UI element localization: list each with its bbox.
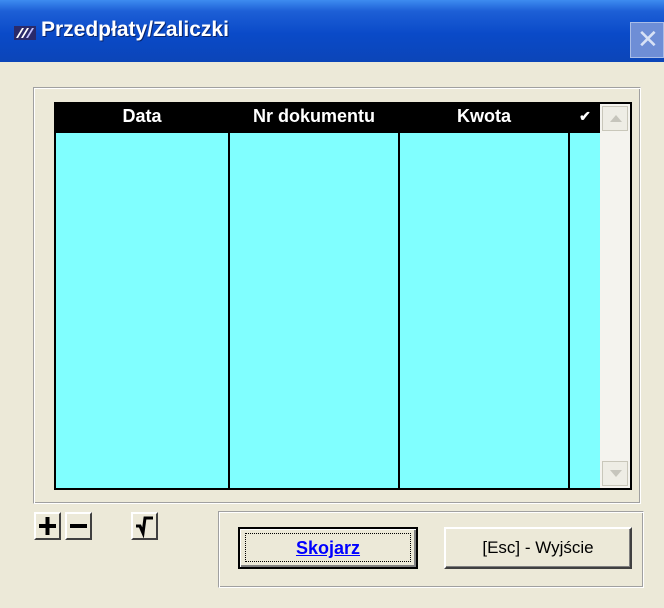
- column-header-check[interactable]: ✔: [570, 102, 600, 131]
- remove-button[interactable]: [65, 512, 92, 540]
- associate-button[interactable]: Skojarz: [238, 527, 418, 569]
- plus-icon: [39, 517, 56, 535]
- title-bar[interactable]: Przedpłaty/Zaliczki ✕: [0, 0, 664, 62]
- close-icon: ✕: [637, 25, 659, 55]
- exit-button-label: [Esc] - Wyjście: [482, 538, 594, 557]
- minus-icon: [70, 524, 87, 528]
- check-arrow-icon: [136, 516, 153, 539]
- vertical-scrollbar[interactable]: [600, 104, 630, 488]
- dialog-window: Przedpłaty/Zaliczki ✕ Data Nr dokumentu …: [0, 0, 664, 608]
- column-date[interactable]: [56, 133, 228, 488]
- associate-button-label: Skojarz: [295, 538, 361, 558]
- column-check[interactable]: [570, 133, 600, 488]
- payments-grid[interactable]: Data Nr dokumentu Kwota ✔: [54, 102, 632, 490]
- column-header-date[interactable]: Data: [56, 102, 228, 131]
- arrow-up-icon: [610, 115, 622, 122]
- app-logo-icon: [14, 26, 36, 40]
- window-title: Przedpłaty/Zaliczki: [41, 18, 229, 41]
- column-amount[interactable]: [400, 133, 568, 488]
- column-header-amount[interactable]: Kwota: [400, 102, 568, 131]
- column-header-document-number[interactable]: Nr dokumentu: [230, 102, 398, 131]
- add-button[interactable]: [34, 512, 61, 540]
- column-document-number[interactable]: [230, 133, 398, 488]
- arrow-down-icon: [610, 470, 622, 477]
- scroll-up-button[interactable]: [602, 106, 628, 131]
- exit-button[interactable]: [Esc] - Wyjście: [444, 527, 632, 569]
- confirm-button[interactable]: [131, 512, 158, 540]
- close-button[interactable]: ✕: [630, 22, 664, 58]
- scroll-down-button[interactable]: [602, 461, 628, 486]
